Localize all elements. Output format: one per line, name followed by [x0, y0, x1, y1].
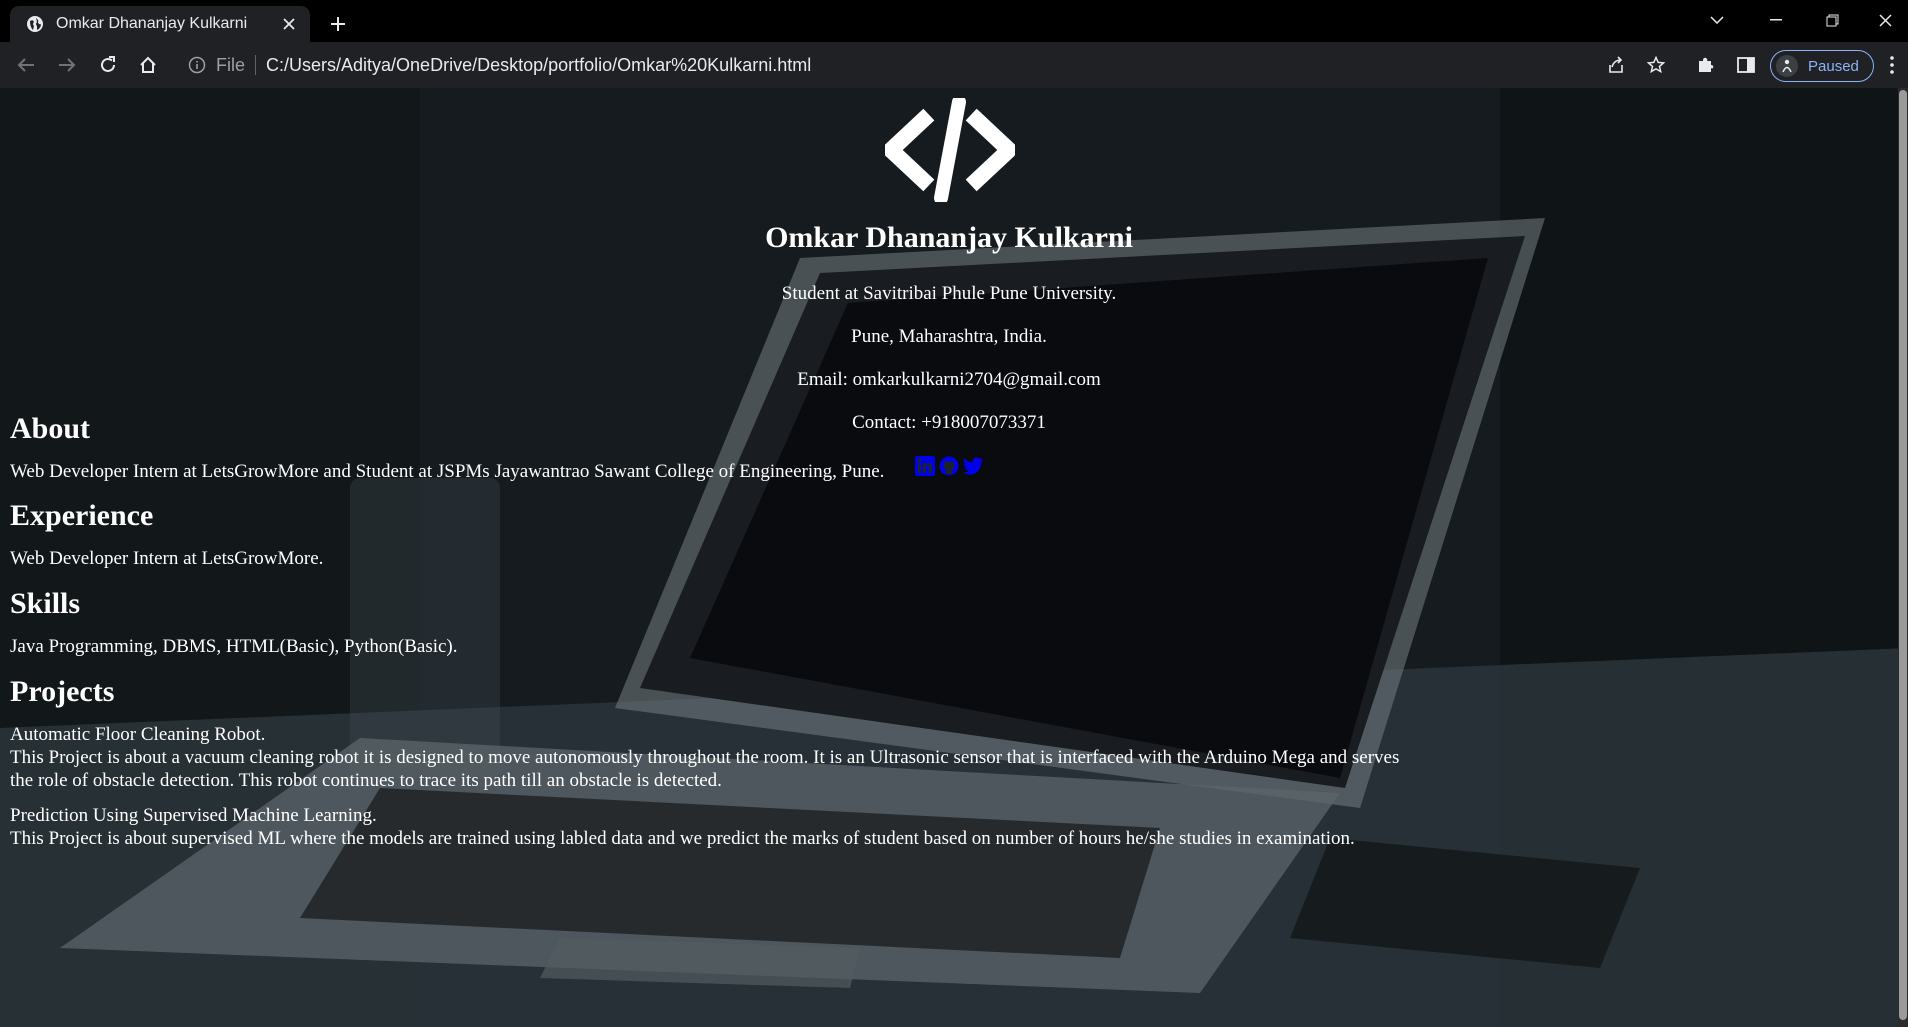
home-button[interactable]	[132, 49, 164, 81]
minimize-button[interactable]	[1753, 0, 1799, 40]
github-icon	[939, 456, 959, 476]
new-tab-button[interactable]	[322, 8, 354, 40]
forward-button[interactable]	[51, 49, 83, 81]
restore-button[interactable]	[1809, 0, 1855, 40]
about-text: Web Developer Intern at LetsGrowMore and…	[10, 461, 885, 482]
github-link[interactable]	[938, 455, 960, 477]
arrow-left-icon	[17, 58, 34, 72]
star-icon	[1647, 56, 1665, 74]
avatar	[1776, 55, 1798, 77]
share-button[interactable]	[1600, 49, 1632, 81]
chevron-down-icon	[1710, 16, 1724, 24]
page-viewport: Omkar Dhananjay Kulkarni Student at Savi…	[0, 88, 1908, 1027]
globe-icon	[27, 16, 43, 32]
scrollbar-thumb[interactable]	[1899, 90, 1907, 1020]
tab-search-button[interactable]	[1694, 0, 1740, 40]
back-button[interactable]	[10, 49, 42, 81]
project-description: This Project is about supervised ML wher…	[10, 828, 1355, 849]
reload-button[interactable]	[92, 49, 124, 81]
info-icon[interactable]	[188, 56, 206, 74]
contact: Contact: +918007073371	[852, 412, 1046, 433]
tab-title: Omkar Dhananjay Kulkarni	[56, 15, 248, 32]
project-description: This Project is about a vacuum cleaning …	[10, 747, 1400, 768]
email[interactable]: Email: omkarkulkarni2704@gmail.com	[0, 369, 1898, 391]
browser-toolbar: File C:/Users/Aditya/OneDrive/Desktop/po…	[0, 42, 1908, 88]
experience-text: Web Developer Intern at LetsGrowMore.	[10, 548, 324, 569]
side-panel-button[interactable]	[1730, 49, 1762, 81]
page-title: Omkar Dhananjay Kulkarni	[765, 221, 1133, 254]
puzzle-icon	[1699, 57, 1714, 72]
profile-button[interactable]: Paused	[1770, 50, 1874, 82]
project-title: Prediction Using Supervised Machine Lear…	[10, 805, 377, 826]
linkedin-icon	[915, 456, 935, 476]
linkedin-link[interactable]	[914, 455, 936, 477]
twitter-icon	[962, 457, 983, 475]
location: Pune, Maharashtra, India.	[851, 326, 1047, 347]
code-logo-icon	[885, 98, 1015, 202]
arrow-right-icon	[59, 58, 76, 72]
side-panel-icon	[1737, 57, 1755, 73]
page-content: Omkar Dhananjay Kulkarni Student at Savi…	[0, 88, 1898, 1027]
url-text[interactable]: C:/Users/Aditya/OneDrive/Desktop/portfol…	[266, 55, 811, 76]
experience-heading: Experience	[10, 499, 154, 532]
address-bar[interactable]: File C:/Users/Aditya/OneDrive/Desktop/po…	[176, 47, 1676, 83]
plus-icon	[331, 17, 345, 31]
bookmark-button[interactable]	[1640, 49, 1672, 81]
project-title: Automatic Floor Cleaning Robot.	[10, 724, 266, 745]
close-window-button[interactable]	[1862, 0, 1908, 40]
tagline: Student at Savitribai Phule Pune Univers…	[781, 283, 1117, 304]
close-tab-icon[interactable]	[276, 11, 302, 37]
skills-text: Java Programming, DBMS, HTML(Basic), Pyt…	[10, 636, 458, 657]
share-icon	[1609, 56, 1623, 73]
extensions-button[interactable]	[1690, 49, 1722, 81]
restore-icon	[1826, 14, 1838, 26]
scheme-label: File	[216, 54, 246, 75]
close-icon	[1878, 13, 1892, 27]
skills-heading: Skills	[10, 587, 81, 620]
minimize-icon	[1770, 19, 1782, 21]
omnibox-divider	[255, 55, 257, 75]
more-vertical-icon	[1890, 56, 1894, 74]
project-description: the role of obstacle detection. This rob…	[10, 770, 722, 791]
reload-icon	[101, 56, 115, 72]
social-links	[914, 455, 984, 477]
tab-strip: Omkar Dhananjay Kulkarni	[0, 0, 1908, 42]
person-icon	[1782, 59, 1792, 73]
menu-button[interactable]	[1876, 49, 1908, 81]
browser-tab[interactable]: Omkar Dhananjay Kulkarni	[10, 6, 310, 42]
home-icon	[140, 56, 156, 73]
twitter-link[interactable]	[962, 455, 984, 477]
page-scrollbar[interactable]	[1898, 88, 1908, 1027]
about-heading: About	[10, 412, 91, 445]
profile-status: Paused	[1808, 57, 1859, 75]
projects-heading: Projects	[10, 675, 115, 708]
